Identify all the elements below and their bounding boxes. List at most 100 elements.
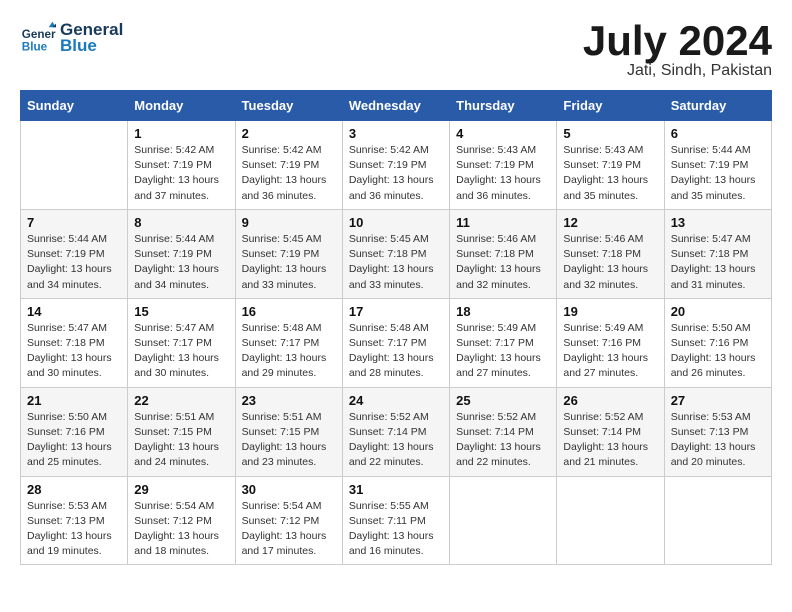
- day-info: Sunrise: 5:50 AM Sunset: 7:16 PM Dayligh…: [27, 410, 121, 471]
- day-cell: 1 Sunrise: 5:42 AM Sunset: 7:19 PM Daylig…: [128, 121, 235, 210]
- day-number: 17: [349, 304, 443, 319]
- day-number: 5: [563, 126, 657, 141]
- day-cell: 10Sunrise: 5:45 AM Sunset: 7:18 PM Dayli…: [342, 209, 449, 298]
- day-cell: 7 Sunrise: 5:44 AM Sunset: 7:19 PM Daylig…: [21, 209, 128, 298]
- day-info: Sunrise: 5:51 AM Sunset: 7:15 PM Dayligh…: [134, 410, 228, 471]
- day-info: Sunrise: 5:55 AM Sunset: 7:11 PM Dayligh…: [349, 499, 443, 560]
- day-info: Sunrise: 5:50 AM Sunset: 7:16 PM Dayligh…: [671, 321, 765, 382]
- logo-icon: General Blue: [20, 20, 56, 56]
- day-cell: 24Sunrise: 5:52 AM Sunset: 7:14 PM Dayli…: [342, 387, 449, 476]
- day-number: 13: [671, 215, 765, 230]
- day-number: 2: [242, 126, 336, 141]
- day-number: 9: [242, 215, 336, 230]
- day-info: Sunrise: 5:44 AM Sunset: 7:19 PM Dayligh…: [27, 232, 121, 293]
- day-info: Sunrise: 5:46 AM Sunset: 7:18 PM Dayligh…: [456, 232, 550, 293]
- day-info: Sunrise: 5:46 AM Sunset: 7:18 PM Dayligh…: [563, 232, 657, 293]
- day-info: Sunrise: 5:49 AM Sunset: 7:16 PM Dayligh…: [563, 321, 657, 382]
- day-cell: 13Sunrise: 5:47 AM Sunset: 7:18 PM Dayli…: [664, 209, 771, 298]
- day-cell: 21 Sunrise: 5:50 AM Sunset: 7:16 PM Dayli…: [21, 387, 128, 476]
- day-cell: 15 Sunrise: 5:47 AM Sunset: 7:17 PM Dayli…: [128, 298, 235, 387]
- day-number: 22: [134, 393, 228, 408]
- day-cell: 30Sunrise: 5:54 AM Sunset: 7:12 PM Dayli…: [235, 476, 342, 565]
- day-cell: 14Sunrise: 5:47 AM Sunset: 7:18 PM Dayli…: [21, 298, 128, 387]
- day-info: Sunrise: 5:53 AM Sunset: 7:13 PM Dayligh…: [671, 410, 765, 471]
- day-cell: 2 Sunrise: 5:42 AM Sunset: 7:19 PM Daylig…: [235, 121, 342, 210]
- day-info: Sunrise: 5:51 AM Sunset: 7:15 PM Dayligh…: [242, 410, 336, 471]
- logo-line2: Blue: [60, 37, 123, 56]
- day-cell: 31 Sunrise: 5:55 AM Sunset: 7:11 PM Dayli…: [342, 476, 449, 565]
- day-number: 28: [27, 482, 121, 497]
- day-cell: 8 Sunrise: 5:44 AM Sunset: 7:19 PM Daylig…: [128, 209, 235, 298]
- day-info: Sunrise: 5:44 AM Sunset: 7:19 PM Dayligh…: [671, 143, 765, 204]
- col-header-wednesday: Wednesday: [342, 91, 449, 121]
- day-cell: [21, 121, 128, 210]
- day-number: 8: [134, 215, 228, 230]
- calendar-table: SundayMondayTuesdayWednesdayThursdayFrid…: [20, 90, 772, 565]
- title-block: July 2024 Jati, Sindh, Pakistan: [583, 20, 772, 80]
- day-number: 18: [456, 304, 550, 319]
- day-cell: 11 Sunrise: 5:46 AM Sunset: 7:18 PM Dayli…: [450, 209, 557, 298]
- day-info: Sunrise: 5:45 AM Sunset: 7:19 PM Dayligh…: [242, 232, 336, 293]
- day-cell: [450, 476, 557, 565]
- col-header-friday: Friday: [557, 91, 664, 121]
- day-number: 31: [349, 482, 443, 497]
- day-number: 25: [456, 393, 550, 408]
- day-number: 16: [242, 304, 336, 319]
- day-info: Sunrise: 5:52 AM Sunset: 7:14 PM Dayligh…: [456, 410, 550, 471]
- day-cell: 4 Sunrise: 5:43 AM Sunset: 7:19 PM Daylig…: [450, 121, 557, 210]
- day-number: 7: [27, 215, 121, 230]
- day-info: Sunrise: 5:48 AM Sunset: 7:17 PM Dayligh…: [242, 321, 336, 382]
- day-info: Sunrise: 5:47 AM Sunset: 7:17 PM Dayligh…: [134, 321, 228, 382]
- day-cell: 5 Sunrise: 5:43 AM Sunset: 7:19 PM Daylig…: [557, 121, 664, 210]
- week-row-3: 14Sunrise: 5:47 AM Sunset: 7:18 PM Dayli…: [21, 298, 772, 387]
- day-info: Sunrise: 5:42 AM Sunset: 7:19 PM Dayligh…: [134, 143, 228, 204]
- day-number: 21: [27, 393, 121, 408]
- page-header: General Blue General Blue July 2024 Jati…: [20, 20, 772, 80]
- day-info: Sunrise: 5:43 AM Sunset: 7:19 PM Dayligh…: [563, 143, 657, 204]
- day-cell: 28 Sunrise: 5:53 AM Sunset: 7:13 PM Dayli…: [21, 476, 128, 565]
- day-cell: 16 Sunrise: 5:48 AM Sunset: 7:17 PM Dayli…: [235, 298, 342, 387]
- day-number: 24: [349, 393, 443, 408]
- day-number: 27: [671, 393, 765, 408]
- day-cell: 12Sunrise: 5:46 AM Sunset: 7:18 PM Dayli…: [557, 209, 664, 298]
- day-info: Sunrise: 5:42 AM Sunset: 7:19 PM Dayligh…: [349, 143, 443, 204]
- logo: General Blue General Blue: [20, 20, 123, 56]
- day-cell: 9 Sunrise: 5:45 AM Sunset: 7:19 PM Daylig…: [235, 209, 342, 298]
- day-number: 15: [134, 304, 228, 319]
- col-header-sunday: Sunday: [21, 91, 128, 121]
- day-cell: 17 Sunrise: 5:48 AM Sunset: 7:17 PM Dayli…: [342, 298, 449, 387]
- day-cell: 22 Sunrise: 5:51 AM Sunset: 7:15 PM Dayli…: [128, 387, 235, 476]
- location: Jati, Sindh, Pakistan: [583, 62, 772, 80]
- day-number: 10: [349, 215, 443, 230]
- week-row-4: 21 Sunrise: 5:50 AM Sunset: 7:16 PM Dayli…: [21, 387, 772, 476]
- svg-text:General: General: [22, 28, 56, 41]
- day-number: 23: [242, 393, 336, 408]
- day-number: 19: [563, 304, 657, 319]
- day-number: 14: [27, 304, 121, 319]
- col-header-tuesday: Tuesday: [235, 91, 342, 121]
- day-number: 4: [456, 126, 550, 141]
- day-info: Sunrise: 5:48 AM Sunset: 7:17 PM Dayligh…: [349, 321, 443, 382]
- day-cell: 6Sunrise: 5:44 AM Sunset: 7:19 PM Daylig…: [664, 121, 771, 210]
- day-cell: 27 Sunrise: 5:53 AM Sunset: 7:13 PM Dayli…: [664, 387, 771, 476]
- day-cell: 23 Sunrise: 5:51 AM Sunset: 7:15 PM Dayli…: [235, 387, 342, 476]
- day-cell: [664, 476, 771, 565]
- day-cell: 29Sunrise: 5:54 AM Sunset: 7:12 PM Dayli…: [128, 476, 235, 565]
- day-number: 20: [671, 304, 765, 319]
- day-info: Sunrise: 5:44 AM Sunset: 7:19 PM Dayligh…: [134, 232, 228, 293]
- day-number: 26: [563, 393, 657, 408]
- day-info: Sunrise: 5:49 AM Sunset: 7:17 PM Dayligh…: [456, 321, 550, 382]
- day-info: Sunrise: 5:53 AM Sunset: 7:13 PM Dayligh…: [27, 499, 121, 560]
- day-cell: 26Sunrise: 5:52 AM Sunset: 7:14 PM Dayli…: [557, 387, 664, 476]
- day-number: 11: [456, 215, 550, 230]
- day-cell: 18 Sunrise: 5:49 AM Sunset: 7:17 PM Dayli…: [450, 298, 557, 387]
- week-row-1: 1 Sunrise: 5:42 AM Sunset: 7:19 PM Daylig…: [21, 121, 772, 210]
- week-row-5: 28 Sunrise: 5:53 AM Sunset: 7:13 PM Dayli…: [21, 476, 772, 565]
- day-number: 29: [134, 482, 228, 497]
- day-info: Sunrise: 5:42 AM Sunset: 7:19 PM Dayligh…: [242, 143, 336, 204]
- day-info: Sunrise: 5:43 AM Sunset: 7:19 PM Dayligh…: [456, 143, 550, 204]
- day-cell: [557, 476, 664, 565]
- day-cell: 3Sunrise: 5:42 AM Sunset: 7:19 PM Daylig…: [342, 121, 449, 210]
- day-number: 1: [134, 126, 228, 141]
- col-header-thursday: Thursday: [450, 91, 557, 121]
